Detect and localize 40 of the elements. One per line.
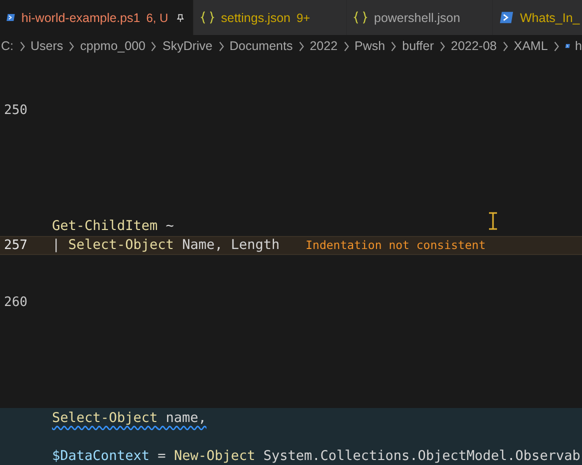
breadcrumb-item[interactable]: Pwsh	[354, 39, 386, 53]
breadcrumb-item[interactable]: XAML	[514, 39, 548, 53]
chevron-icon	[502, 40, 509, 52]
line-number: 260	[4, 295, 28, 310]
code-line: Select-Object name,	[52, 410, 206, 426]
chevron-icon	[68, 40, 76, 52]
code-line: $DataContext = New-Object System.Collections.ObjectModel.Observab	[52, 448, 580, 464]
breadcrumb-item[interactable]: C:	[1, 39, 14, 53]
chevron-icon	[552, 40, 560, 52]
editor-tab[interactable]: hi-world-example.ps1 6, U	[0, 0, 194, 35]
powershell-file-icon	[499, 10, 514, 25]
problem-count: 6, U	[146, 10, 168, 24]
breadcrumb-item[interactable]: h	[575, 39, 582, 53]
tab-label: powershell.json	[374, 10, 460, 24]
code-line: Get-ChildItem ~	[52, 218, 174, 234]
chevron-icon	[298, 40, 305, 52]
line-number: 257	[4, 238, 28, 253]
tab-label: Whats_In_	[520, 10, 580, 24]
chevron-icon	[150, 40, 158, 52]
json-file-icon	[353, 10, 368, 25]
breadcrumb-item[interactable]: Users	[30, 39, 64, 53]
chevron-icon	[438, 40, 446, 52]
breadcrumb-item[interactable]: cppmo_000	[80, 39, 146, 53]
inline-warning: Indentation not consistent	[306, 238, 486, 252]
chevron-icon	[390, 40, 398, 52]
chevron-icon	[218, 40, 224, 52]
chevron-icon	[18, 40, 26, 52]
code-line: | Select-Object Name, Length	[52, 237, 280, 254]
tab-label: hi-world-example.ps1	[21, 10, 140, 24]
line-number: 250	[4, 103, 28, 118]
tab-label: settings.json	[221, 10, 290, 24]
breadcrumb-item[interactable]: Documents	[230, 39, 293, 53]
breadcrumb-item[interactable]: SkyDrive	[162, 39, 212, 53]
breadcrumb-item[interactable]: 2022	[310, 39, 338, 53]
breadcrumb-item[interactable]: buffer	[402, 39, 434, 53]
json-file-icon	[200, 10, 215, 25]
breadcrumb-item[interactable]: 2022-08	[450, 39, 497, 53]
chevron-icon	[342, 40, 350, 52]
problem-count: 9+	[296, 10, 310, 24]
text-cursor-icon	[488, 212, 498, 230]
